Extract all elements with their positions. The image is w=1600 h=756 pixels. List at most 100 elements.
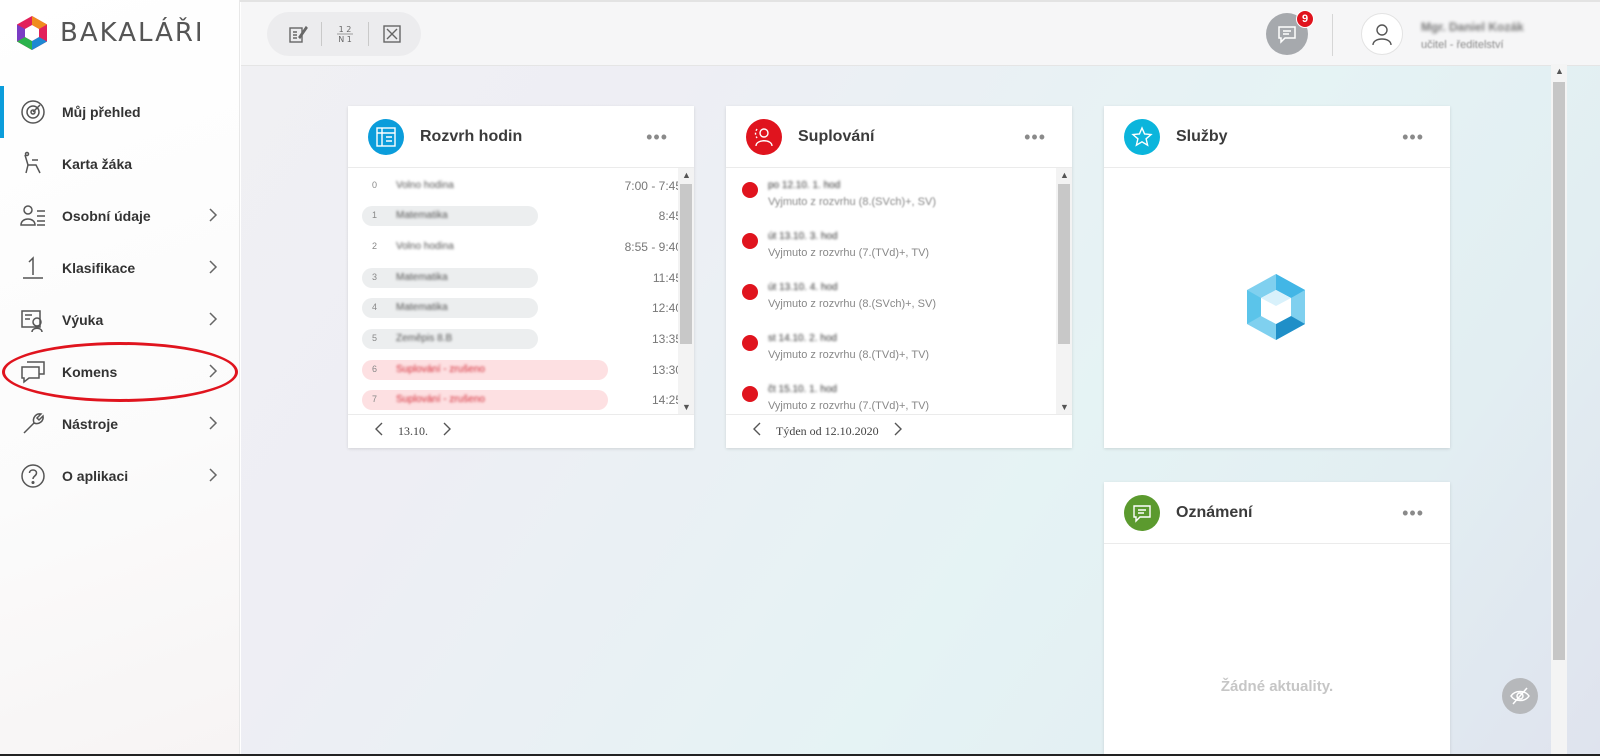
scrollbar-thumb[interactable] [680, 184, 692, 344]
more-options-button[interactable]: ••• [1402, 504, 1424, 522]
scrollbar-thumb[interactable] [1553, 82, 1565, 660]
lesson-number: 1 [372, 210, 378, 220]
card-footer: Týden od 12.10.2020 [726, 414, 1072, 448]
message-icon [1278, 26, 1296, 44]
card-rozvrh: Rozvrh hodin ••• 0 Volno hodina 7:00 - 7:4… [348, 106, 694, 448]
more-options-button[interactable]: ••• [646, 128, 668, 146]
sidebar-item-komens[interactable]: Komens [0, 346, 240, 398]
scroll-down-icon[interactable]: ▼ [682, 402, 691, 412]
lesson-subject: Volno hodina [396, 241, 454, 252]
substitution-detail: Vyjmuto z rozvrhu (8.(TVd)+, TV) [768, 349, 930, 361]
list-item[interactable]: 7 Suplování - zrušeno 14:25 [362, 390, 682, 410]
list-scrollbar[interactable]: ▲ ▼ [1056, 168, 1072, 414]
list-item[interactable]: 3 Matematika 11:45 [362, 268, 682, 288]
grade-one-icon [20, 255, 46, 281]
bakalari-logo-icon [17, 16, 47, 50]
list-item[interactable]: út 13.10. 3. hod Vyjmuto z rozvrhu (7.(TV… [740, 229, 1060, 269]
lesson-number: 0 [372, 180, 378, 190]
star-icon [1124, 119, 1160, 155]
sidebar-item-label: Nástroje [62, 416, 119, 432]
absence-button[interactable] [375, 17, 409, 51]
substitution-date: út 13.10. 3. hod [768, 231, 838, 242]
sidebar-nav: Můj přehled Karta žáka Osobní údaje Klas… [0, 86, 240, 502]
lesson-number: 5 [372, 333, 378, 343]
sidebar: BAKALÁŘI Můj přehled Karta žáka Osobní ú… [0, 0, 240, 754]
hide-widgets-button[interactable] [1502, 678, 1538, 714]
user-avatar[interactable] [1361, 13, 1403, 55]
substitution-detail: Vyjmuto z rozvrhu (7.(TVd)+, TV) [768, 400, 930, 412]
list-item[interactable]: 0 Volno hodina 7:00 - 7:45 [362, 176, 682, 196]
edit-note-icon [289, 25, 308, 43]
timetable-icon [368, 119, 404, 155]
list-item[interactable]: po 12.10. 1. hod Vyjmuto z rozvrhu (8.(SV… [740, 178, 1060, 218]
personal-info-icon [20, 203, 46, 229]
substitution-date: po 12.10. 1. hod [768, 180, 841, 191]
sidebar-item-label: Výuka [62, 312, 104, 328]
user-icon [1372, 24, 1392, 46]
card-header: Oznámení ••• [1104, 482, 1450, 544]
alert-dot-icon [742, 335, 758, 351]
alert-dot-icon [742, 233, 758, 249]
lesson-number: 2 [372, 241, 378, 251]
list-item[interactable]: 1 Matematika 8:45 [362, 206, 682, 226]
list-item[interactable]: čt 15.10. 1. hod Vyjmuto z rozvrhu (7.(TV… [740, 382, 1060, 414]
top-bar: 1 2 N 1 9 Mgr. Daniel Kozák učitel - řed… [241, 2, 1600, 66]
scroll-up-icon[interactable]: ▲ [1555, 66, 1564, 76]
main-area: 1 2 N 1 9 Mgr. Daniel Kozák učitel - řed… [241, 2, 1600, 754]
sidebar-item-karta-zaka[interactable]: Karta žáka [0, 138, 240, 190]
sidebar-item-vyuka[interactable]: Výuka [0, 294, 240, 346]
sidebar-item-klasifikace[interactable]: Klasifikace [0, 242, 240, 294]
logo[interactable]: BAKALÁŘI [16, 15, 205, 51]
lesson-number: 3 [372, 272, 378, 282]
scroll-down-icon[interactable]: ▼ [1060, 402, 1069, 412]
card-sluzby: Služby ••• [1104, 106, 1450, 448]
list-item[interactable]: 6 Suplování - zrušeno 13:30 [362, 360, 682, 380]
top-separator [1332, 14, 1333, 56]
lesson-subject: Zeměpis 8.B [396, 333, 453, 344]
wrench-icon [20, 411, 46, 437]
sidebar-item-label: Klasifikace [62, 260, 136, 276]
main-scrollbar[interactable]: ▲ [1551, 64, 1567, 754]
tool-separator [368, 22, 369, 46]
list-item[interactable]: út 13.10. 4. hod Vyjmuto z rozvrhu (8.(SV… [740, 280, 1060, 320]
scrollbar-thumb[interactable] [1058, 184, 1070, 344]
list-item[interactable]: st 14.10. 2. hod Vyjmuto z rozvrhu (8.(TV… [740, 331, 1060, 371]
prev-week-button[interactable] [746, 422, 768, 441]
sidebar-item-osobni-udaje[interactable]: Osobní údaje [0, 190, 240, 242]
card-header: Suplování ••• [726, 106, 1072, 168]
list-scrollbar[interactable]: ▲ ▼ [678, 168, 694, 414]
chevron-right-icon [208, 208, 218, 227]
next-day-button[interactable] [436, 422, 458, 441]
sidebar-item-o-aplikaci[interactable]: O aplikaci [0, 450, 240, 502]
lesson-number: 6 [372, 364, 378, 374]
substitution-date: st 14.10. 2. hod [768, 333, 837, 344]
sidebar-item-muj-prehled[interactable]: Můj přehled [0, 86, 240, 138]
more-options-button[interactable]: ••• [1402, 128, 1424, 146]
prev-day-button[interactable] [368, 422, 390, 441]
crossed-box-icon [383, 25, 401, 43]
target-icon [20, 99, 46, 125]
scroll-up-icon[interactable]: ▲ [1060, 170, 1069, 180]
substitution-detail: Vyjmuto z rozvrhu (8.(SVch)+, SV) [768, 298, 937, 310]
substitution-list: po 12.10. 1. hod Vyjmuto z rozvrhu (8.(SV… [726, 168, 1072, 414]
lesson-subject: Matematika [396, 210, 448, 221]
scroll-up-icon[interactable]: ▲ [682, 170, 691, 180]
next-week-button[interactable] [887, 422, 909, 441]
chevron-right-icon [208, 416, 218, 435]
list-item[interactable]: 2 Volno hodina 8:55 - 9:40 [362, 237, 682, 257]
grades-icon-bottom: N 1 [338, 35, 352, 44]
list-item[interactable]: 4 Matematika 12:40 [362, 298, 682, 318]
lesson-subject: Suplování - zrušeno [396, 394, 485, 405]
sidebar-item-nastroje[interactable]: Nástroje [0, 398, 240, 450]
card-header: Služby ••• [1104, 106, 1450, 168]
grades-icon: 1 2 N 1 [337, 25, 353, 44]
list-item[interactable]: 5 Zeměpis 8.B 13:35 [362, 329, 682, 349]
more-options-button[interactable]: ••• [1024, 128, 1046, 146]
lesson-subject: Matematika [396, 302, 448, 313]
user-name[interactable]: Mgr. Daniel Kozák [1421, 20, 1524, 34]
tool-separator [321, 22, 322, 46]
edit-note-button[interactable] [281, 17, 315, 51]
grades-entry-button[interactable]: 1 2 N 1 [328, 17, 362, 51]
quick-tools: 1 2 N 1 [267, 12, 421, 56]
sidebar-item-label: O aplikaci [62, 468, 129, 484]
